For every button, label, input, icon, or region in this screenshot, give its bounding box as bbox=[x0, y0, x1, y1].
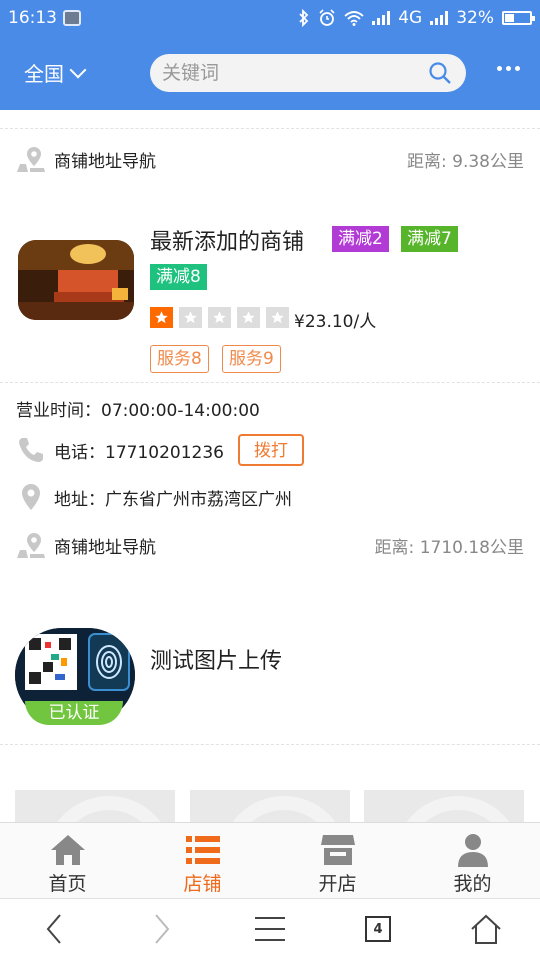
tabs-button[interactable]: 4 bbox=[358, 911, 398, 947]
wifi-icon bbox=[344, 11, 364, 26]
region-label: 全国 bbox=[24, 62, 64, 86]
shop-address: 地址：广东省广州市荔湾区广州 bbox=[54, 489, 292, 510]
tab-shops[interactable]: 店铺 bbox=[135, 823, 270, 898]
phone-row: 电话：17710201236 拨打 bbox=[16, 434, 524, 466]
service-tag: 服务9 bbox=[222, 345, 281, 373]
promo-tag: 满减8 bbox=[150, 264, 207, 290]
star-icon bbox=[266, 307, 289, 328]
store-icon bbox=[320, 835, 355, 865]
business-hours-row: 营业时间：07:00:00-14:00:00 bbox=[16, 396, 524, 421]
chevron-right-icon bbox=[155, 914, 170, 944]
shop-nav-row-top[interactable]: 商铺地址导航 距离: 9.38公里 bbox=[16, 144, 524, 174]
star-icon bbox=[208, 307, 231, 328]
tab-open-store[interactable]: 开店 bbox=[270, 823, 405, 898]
divider bbox=[0, 744, 540, 745]
map-pin-icon bbox=[17, 533, 45, 558]
signal-icon-2 bbox=[430, 11, 449, 25]
status-time: 16:13 bbox=[8, 8, 57, 28]
divider bbox=[0, 382, 540, 383]
network-type: 4G bbox=[398, 8, 423, 28]
divider bbox=[0, 128, 540, 129]
chevron-left-icon bbox=[46, 914, 61, 944]
phone-number: 电话：17710201236 bbox=[54, 442, 224, 463]
service-tag: 服务8 bbox=[150, 345, 209, 373]
back-button[interactable] bbox=[34, 911, 74, 947]
app-header: 全国 bbox=[0, 36, 540, 110]
chevron-down-icon bbox=[69, 61, 87, 78]
bluetooth-icon bbox=[299, 9, 309, 27]
shop-distance: 距离: 9.38公里 bbox=[407, 151, 524, 172]
more-options-icon[interactable] bbox=[497, 66, 520, 71]
forward-button[interactable] bbox=[142, 911, 182, 947]
map-pin-icon bbox=[17, 147, 45, 172]
bottom-tab-bar: 首页 店铺 开店 我的 bbox=[0, 822, 540, 898]
tab-mine[interactable]: 我的 bbox=[405, 823, 540, 898]
search-box[interactable] bbox=[150, 54, 466, 92]
promo-tag: 满减2 bbox=[332, 226, 389, 252]
price-per-person: ¥23.10/人 bbox=[294, 312, 377, 332]
alarm-icon bbox=[319, 9, 335, 26]
battery-icon bbox=[502, 11, 535, 25]
shop-title[interactable]: 最新添加的商铺 bbox=[150, 224, 304, 256]
star-icon bbox=[179, 307, 202, 328]
shop-nav-label: 商铺地址导航 bbox=[54, 537, 156, 558]
business-hours: 营业时间：07:00:00-14:00:00 bbox=[16, 401, 260, 421]
search-icon[interactable] bbox=[428, 61, 452, 85]
battery-percent: 32% bbox=[456, 8, 494, 28]
home-button[interactable] bbox=[466, 911, 506, 947]
promo-tag: 满减7 bbox=[401, 226, 458, 252]
hotel-room-image bbox=[18, 240, 134, 320]
tab-label: 开店 bbox=[318, 873, 357, 895]
menu-button[interactable] bbox=[250, 911, 290, 947]
address-row: 地址：广东省广州市荔湾区广州 bbox=[16, 482, 524, 512]
signal-icon bbox=[372, 11, 391, 25]
tab-label: 我的 bbox=[453, 873, 492, 895]
home-icon bbox=[50, 835, 85, 865]
shop-nav-row[interactable]: 商铺地址导航 距离: 1710.18公里 bbox=[16, 530, 524, 560]
menu-icon bbox=[255, 917, 285, 941]
house-icon bbox=[471, 914, 501, 944]
rating-stars bbox=[150, 307, 289, 328]
shop-nav-label: 商铺地址导航 bbox=[54, 151, 156, 172]
status-bar: 16:13 4G 32% bbox=[0, 0, 540, 36]
tab-count: 4 bbox=[365, 916, 391, 942]
search-input[interactable] bbox=[150, 54, 410, 92]
phone-icon bbox=[19, 438, 43, 462]
list-icon bbox=[185, 836, 220, 864]
call-button[interactable]: 拨打 bbox=[237, 434, 304, 466]
tab-label: 店铺 bbox=[183, 873, 222, 895]
location-pin-icon bbox=[22, 484, 40, 510]
shop-title[interactable]: 测试图片上传 bbox=[150, 643, 282, 675]
shop-thumbnail[interactable] bbox=[18, 240, 134, 320]
star-icon bbox=[237, 307, 260, 328]
region-selector[interactable]: 全国 bbox=[24, 58, 87, 87]
browser-nav-bar: 4 bbox=[0, 898, 540, 960]
verified-badge: 已认证 bbox=[25, 701, 123, 725]
shop-distance: 距离: 1710.18公里 bbox=[374, 537, 524, 558]
tab-home[interactable]: 首页 bbox=[0, 823, 135, 898]
app-notification-icon bbox=[63, 10, 81, 26]
star-icon bbox=[150, 307, 173, 328]
user-icon bbox=[457, 834, 488, 867]
tab-label: 首页 bbox=[48, 873, 87, 895]
